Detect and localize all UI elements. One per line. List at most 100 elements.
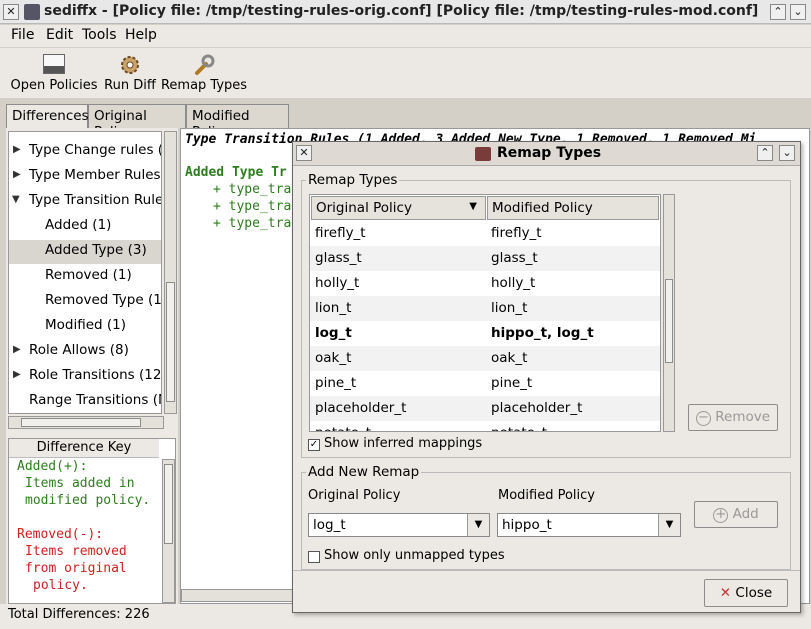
tree-item-role-allows[interactable]: Role Allows (8) (29, 342, 129, 358)
tree-item-removed[interactable]: Removed (1) (45, 267, 132, 283)
menu-tools[interactable]: Tools (82, 27, 117, 43)
window-menu-icon[interactable]: ✕ (3, 4, 19, 20)
remap-types-button[interactable]: Remap Types (160, 52, 248, 93)
table-row[interactable]: pine_t pine_t (310, 371, 660, 396)
tree-item-added[interactable]: Added (1) (45, 217, 111, 233)
results-horizontal-scrollbar[interactable] (181, 589, 293, 602)
chevron-down-icon[interactable]: ▼ (467, 514, 489, 536)
show-unmapped-label[interactable]: Show only unmapped types (324, 548, 505, 563)
row-modified-type: pine_t (491, 375, 533, 391)
add-new-remap-label: Add New Remap (308, 464, 420, 480)
open-policies-button[interactable]: Open Policies (10, 52, 98, 93)
menu-edit[interactable]: Edit (46, 27, 73, 43)
menu-help[interactable]: Help (125, 27, 157, 43)
remap-types-dialog: ✕ Remap Types ⌃ ⌄ Remap Types Original P… (292, 141, 801, 613)
show-unmapped-checkbox[interactable] (308, 551, 320, 563)
separator (293, 570, 800, 571)
tab-differences[interactable]: Differences (6, 104, 89, 129)
add-button[interactable]: + Add (694, 501, 778, 528)
table-row[interactable]: holly_t holly_t (310, 271, 660, 296)
row-original-type: holly_t (315, 275, 360, 291)
difference-key: Difference Key Added(+): Items added in … (8, 438, 176, 604)
scrollbar-thumb[interactable] (21, 418, 141, 427)
tree-item-type-transition[interactable]: Type Transition Rules (29, 192, 161, 208)
dialog-close-icon[interactable]: ✕ (296, 145, 312, 161)
scrollbar-thumb[interactable] (166, 282, 175, 402)
results-line: + type_tra (213, 216, 292, 231)
scrollbar-thumb[interactable] (665, 279, 673, 363)
modified-type-value: hippo_t (502, 517, 552, 533)
modified-type-combo[interactable]: hippo_t ▼ (497, 513, 681, 537)
tree-item-removed-type[interactable]: Removed Type (1) (45, 292, 161, 308)
results-line: + type_tra (213, 199, 292, 214)
remap-icon (475, 147, 491, 161)
remove-label: Remove (715, 409, 771, 425)
tree-item-type-change[interactable]: Type Change rules (1 (29, 142, 161, 158)
tree-item-range-transitions[interactable]: Range Transitions (N (29, 392, 161, 408)
results-section-title: Added Type Tr (185, 165, 287, 180)
tree-horizontal-scrollbar[interactable] (8, 416, 164, 429)
difference-key-header: Difference Key (9, 439, 159, 458)
remove-button[interactable]: − Remove (688, 404, 778, 431)
row-modified-type: glass_t (491, 250, 538, 266)
row-original-type: placeholder_t (315, 400, 407, 416)
tab-original-policy[interactable]: Original Policy (88, 104, 186, 140)
tree-item-role-transitions[interactable]: Role Transitions (12) (29, 367, 161, 383)
tree-item-added-type[interactable]: Added Type (3) (9, 240, 161, 264)
row-modified-type: potato_t (491, 425, 547, 431)
sort-arrow-icon: ▼ (469, 201, 477, 212)
run-diff-label: Run Diff (104, 78, 156, 93)
key-vertical-scrollbar[interactable] (162, 459, 175, 603)
close-label: Close (735, 585, 773, 601)
row-original-type: pine_t (315, 375, 357, 391)
wrench-icon (193, 54, 215, 75)
open-policies-icon (43, 54, 65, 74)
table-row[interactable]: firefly_t firefly_t (310, 221, 660, 246)
remap-table[interactable]: Original Policy ▼ Modified Policy firefl… (309, 194, 661, 432)
modified-policy-label: Modified Policy (498, 488, 595, 503)
close-button[interactable]: ✕ Close (704, 579, 788, 607)
table-row[interactable]: glass_t glass_t (310, 246, 660, 271)
tree-item-modified[interactable]: Modified (1) (45, 317, 126, 333)
menu-bar: File Edit Tools Help (0, 25, 811, 47)
tree-item-type-member[interactable]: Type Member Rules ( (29, 167, 161, 183)
app-icon (24, 4, 40, 20)
run-diff-button[interactable]: Run Diff (103, 52, 157, 93)
dialog-title-bar: ✕ Remap Types ⌃ ⌄ (293, 142, 800, 166)
table-row[interactable]: placeholder_t placeholder_t (310, 396, 660, 421)
key-removed-text: Items removed (25, 544, 127, 559)
table-row[interactable]: potato_t potato_t (310, 421, 660, 431)
expand-arrow-icon[interactable]: ▶ (13, 344, 21, 355)
scrollbar-thumb[interactable] (164, 464, 173, 544)
collapse-arrow-icon[interactable]: ▼ (12, 194, 20, 205)
minimize-button[interactable]: ⌄ (790, 4, 806, 20)
dialog-shade-button[interactable]: ⌃ (757, 145, 773, 161)
difference-tree[interactable]: ▶ Type Change rules (1 ▶ Type Member Rul… (8, 131, 162, 414)
expand-arrow-icon[interactable]: ▶ (13, 369, 21, 380)
remove-icon: − (695, 411, 711, 426)
column-header-original[interactable]: Original Policy ▼ (311, 196, 486, 220)
show-inferred-label[interactable]: Show inferred mappings (324, 436, 482, 451)
row-modified-type: oak_t (491, 350, 528, 366)
table-row[interactable]: lion_t lion_t (310, 296, 660, 321)
dialog-title: Remap Types (497, 145, 602, 161)
row-original-type: firefly_t (315, 225, 366, 241)
chevron-down-icon[interactable]: ▼ (658, 514, 680, 536)
show-inferred-checkbox[interactable]: ✓ (308, 439, 320, 451)
open-policies-label: Open Policies (10, 78, 98, 93)
row-modified-type: holly_t (491, 275, 536, 291)
original-type-combo[interactable]: log_t ▼ (308, 513, 490, 537)
table-row[interactable]: oak_t oak_t (310, 346, 660, 371)
expand-arrow-icon[interactable]: ▶ (13, 169, 21, 180)
key-added-text: modified policy. (25, 493, 151, 508)
row-original-type: oak_t (315, 350, 352, 366)
column-header-modified[interactable]: Modified Policy (487, 196, 659, 220)
shade-button[interactable]: ⌃ (770, 4, 786, 20)
expand-arrow-icon[interactable]: ▶ (13, 144, 21, 155)
tree-vertical-scrollbar[interactable] (164, 131, 177, 414)
tab-modified-policy[interactable]: Modified Policy (186, 104, 289, 140)
table-row[interactable]: log_t hippo_t, log_t (310, 321, 660, 346)
dialog-minimize-button[interactable]: ⌄ (779, 145, 795, 161)
remap-vertical-scrollbar[interactable] (663, 194, 675, 432)
menu-file[interactable]: File (11, 27, 34, 43)
